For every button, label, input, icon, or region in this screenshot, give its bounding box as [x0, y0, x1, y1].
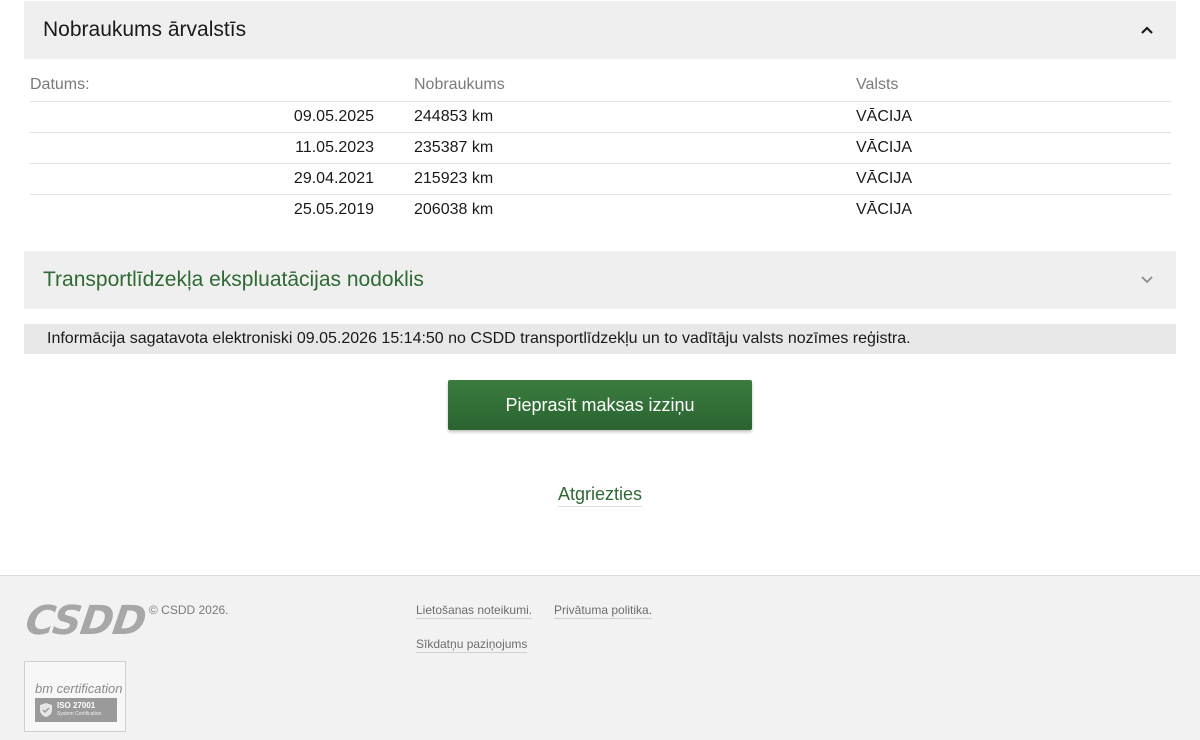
row-mileage: 206038 km — [414, 200, 494, 218]
footer: CSDD © CSDD 2026. Lietošanas noteikumi. … — [0, 575, 1200, 740]
csdd-logo[interactable]: CSDD — [23, 598, 149, 644]
row-country: VĀCIJA — [856, 163, 1171, 195]
cert-subtext: System Certification — [57, 711, 102, 717]
chevron-up-icon[interactable] — [1138, 21, 1156, 39]
copyright-text: © CSDD 2026. — [149, 603, 229, 617]
row-country: VĀCIJA — [856, 200, 913, 218]
cookie-notice-link[interactable]: Sīkdatņu paziņojums — [416, 637, 528, 653]
back-link-container: Atgriezties — [0, 484, 1200, 507]
column-header-date: Datums: — [30, 70, 394, 102]
operation-tax-panel-header[interactable]: Transportlīdzekļa ekspluatācijas nodokli… — [24, 251, 1176, 309]
table-header-row: Datums: Nobraukums Valsts — [30, 70, 1171, 102]
row-date: 25.05.2019 — [293, 200, 374, 218]
mileage-abroad-panel-header[interactable]: Nobraukums ārvalstīs — [24, 1, 1176, 59]
row-date: 11.05.2023 — [30, 132, 394, 164]
cert-bar: ISO 27001 System Certification — [35, 698, 117, 722]
mileage-abroad-title: Nobraukums ārvalstīs — [43, 18, 247, 41]
request-paid-report-button[interactable]: Pieprasīt maksas izziņu — [448, 380, 752, 430]
table-row: 25.05.2019 206038 km VĀCIJA — [30, 194, 1171, 225]
shield-icon — [39, 702, 53, 723]
row-mileage: 235387 km — [394, 132, 856, 164]
table-row: 09.05.2025 244853 km VĀCIJA — [30, 101, 1171, 133]
mileage-table: Datums: Nobraukums Valsts 09.05.2025 244… — [30, 70, 1171, 225]
cert-name: bm certification — [35, 681, 123, 696]
row-country: VĀCIJA — [856, 132, 1171, 164]
info-bar: Informācija sagatavota elektroniski 09.0… — [24, 324, 1176, 354]
row-date: 29.04.2021 — [30, 163, 394, 195]
table-row: 29.04.2021 215923 km VĀCIJA — [30, 163, 1171, 195]
terms-of-use-link[interactable]: Lietošanas noteikumi. — [416, 603, 533, 619]
row-date: 09.05.2025 — [30, 101, 394, 133]
cert-standard: ISO 27001 — [57, 701, 96, 710]
row-country: VĀCIJA — [856, 101, 1171, 133]
table-row: 11.05.2023 235387 km VĀCIJA — [30, 132, 1171, 164]
back-link[interactable]: Atgriezties — [557, 484, 643, 507]
column-header-mileage: Nobraukums — [394, 70, 856, 102]
operation-tax-title: Transportlīdzekļa ekspluatācijas nodokli… — [43, 268, 424, 291]
row-mileage: 215923 km — [394, 163, 856, 195]
privacy-policy-link[interactable]: Privātuma politika. — [554, 603, 653, 619]
row-mileage: 244853 km — [394, 101, 856, 133]
chevron-down-icon[interactable] — [1138, 271, 1156, 289]
column-header-country: Valsts — [856, 70, 1171, 102]
certification-badge: bm certification ISO 27001 System Certif… — [24, 661, 126, 732]
